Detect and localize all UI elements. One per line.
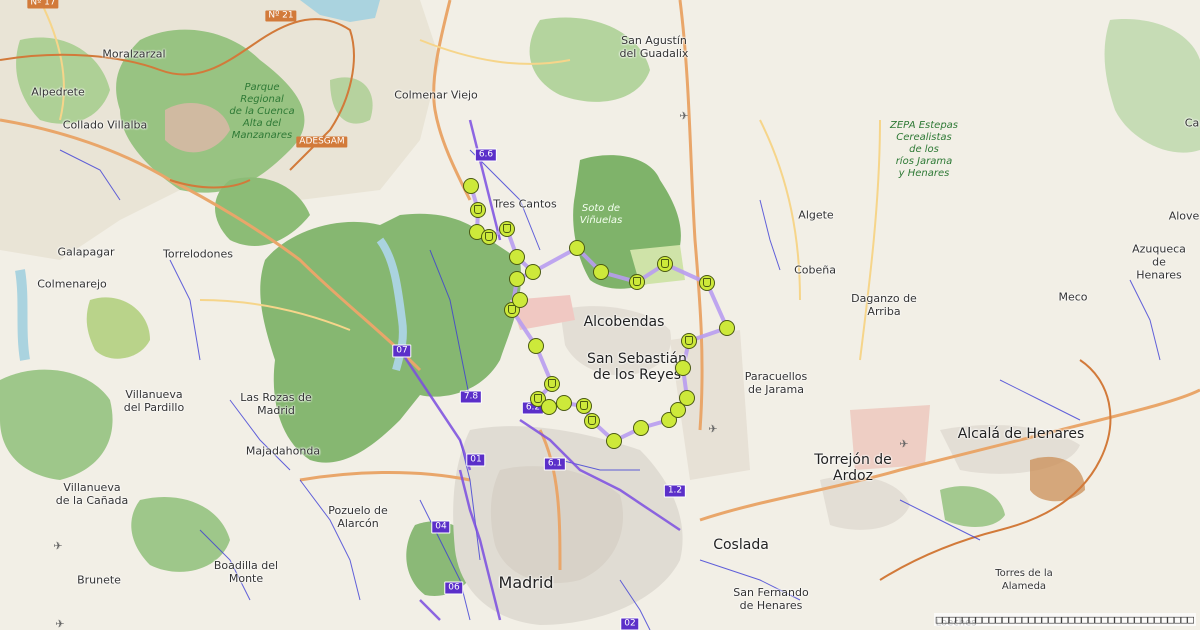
park-label-cuenca-manzanares: Parque Regional de la Cuenca Alta del Ma… <box>229 82 295 141</box>
airport-icon: ✈ <box>53 539 63 553</box>
cycle-shield-06: 06 <box>444 581 464 595</box>
place-label-boadilla: Boadilla del Monte <box>213 559 279 585</box>
place-label-pozuelo: Pozuelo de Alarcón <box>328 504 388 530</box>
place-label-colmenarejo: Colmenarejo <box>37 277 107 291</box>
route-marker[interactable] <box>584 413 600 429</box>
place-label-torres-alameda: Torres de la Alameda <box>995 568 1053 592</box>
route-marker[interactable] <box>719 320 735 336</box>
place-label-alcobendas: Alcobendas <box>583 314 665 330</box>
cycle-shield-04: 04 <box>431 520 451 534</box>
airport-icon: ✈ <box>899 437 909 451</box>
place-label-ca: Ca <box>1184 116 1200 130</box>
route-marker[interactable] <box>569 240 585 256</box>
place-label-madrid: Madrid <box>498 573 554 592</box>
route-marker[interactable] <box>481 229 497 245</box>
route-marker[interactable] <box>499 221 515 237</box>
cycle-shield-6-1: 6.1 <box>543 457 567 471</box>
park-label-zepa: ZEPA Estepas Cerealistas de los ríos Jar… <box>889 120 959 179</box>
route-marker[interactable] <box>576 398 592 414</box>
place-label-cobena: Cobeña <box>794 263 836 277</box>
place-label-alovera: Alove <box>1168 209 1200 223</box>
map-attribution[interactable]: □□□□□□□□□□□□□□□□□□□□□□□□□□□□□□□□□□□□□□□ <box>933 613 1196 626</box>
route-marker[interactable] <box>544 376 560 392</box>
place-label-daganzo: Daganzo de Arriba <box>851 292 917 318</box>
route-marker[interactable] <box>463 178 479 194</box>
place-label-tres-cantos: Tres Cantos <box>493 197 557 211</box>
cycle-shield-01: 01 <box>466 453 486 467</box>
route-marker[interactable] <box>512 292 528 308</box>
route-marker[interactable] <box>593 264 609 280</box>
place-label-colmenar-viejo: Colmenar Viejo <box>394 88 478 102</box>
route-marker[interactable] <box>675 360 691 376</box>
route-shield-adesgam: ADESGAM <box>296 136 348 148</box>
route-marker[interactable] <box>541 399 557 415</box>
route-marker[interactable] <box>509 271 525 287</box>
route-marker[interactable] <box>509 249 525 265</box>
place-label-algete: Algete <box>798 208 834 222</box>
airport-icon: ✈ <box>55 617 65 630</box>
place-label-azuqueca: Azuqueca de Henares <box>1132 242 1186 282</box>
cycle-shield-1-2: 1.2 <box>663 484 687 498</box>
route-marker[interactable] <box>633 420 649 436</box>
place-label-villanueva-canada: Villanueva de la Cañada <box>55 481 129 507</box>
place-label-alpedrete: Alpedrete <box>31 85 85 99</box>
route-marker[interactable] <box>470 202 486 218</box>
route-shield-n17: Nº 17 <box>27 0 59 9</box>
place-label-brunete: Brunete <box>77 573 121 587</box>
place-label-collado-villalba: Collado Villalba <box>62 118 148 132</box>
airport-icon: ✈ <box>708 422 718 436</box>
place-label-alcala: Alcalá de Henares <box>957 426 1085 442</box>
place-label-las-rozas: Las Rozas de Madrid <box>240 391 312 417</box>
route-marker[interactable] <box>528 338 544 354</box>
place-label-meco: Meco <box>1058 290 1088 304</box>
route-marker[interactable] <box>629 274 645 290</box>
route-marker[interactable] <box>699 275 715 291</box>
route-marker[interactable] <box>525 264 541 280</box>
route-marker[interactable] <box>606 433 622 449</box>
route-shield-n21: Nº 21 <box>265 10 297 22</box>
cycle-shield-07: 07 <box>392 344 412 358</box>
place-label-moralzarzal: Moralzarzal <box>102 47 166 61</box>
route-marker[interactable] <box>679 390 695 406</box>
place-label-villanueva-pardillo: Villanueva del Pardillo <box>123 388 185 414</box>
cycle-shield-7-8: 7.8 <box>459 390 483 404</box>
place-label-torrejon: Torrejón de Ardoz <box>814 452 892 484</box>
place-label-paracuellos: Paracuellos de Jarama <box>744 370 808 396</box>
map-canvas[interactable]: Moralzarzal San Agustín del Guadalix Alp… <box>0 0 1200 630</box>
place-label-torrelodones: Torrelodones <box>163 247 233 261</box>
route-marker[interactable] <box>556 395 572 411</box>
park-label-soto-vinuelas: Soto de Viñuelas <box>579 203 623 226</box>
place-label-galapagar: Galapagar <box>57 245 115 259</box>
place-label-majadahonda: Majadahonda <box>245 444 321 458</box>
place-label-sanse: San Sebastián de los Reyes <box>587 351 687 383</box>
place-label-san-fernando: San Fernando de Henares <box>733 586 809 612</box>
route-marker[interactable] <box>657 256 673 272</box>
place-label-san-agustin: San Agustín del Guadalix <box>619 34 689 60</box>
cycle-shield-02: 02 <box>620 617 640 630</box>
place-label-coslada: Coslada <box>713 537 769 553</box>
airport-icon: ✈ <box>679 109 689 123</box>
cycle-shield-6-6: 6.6 <box>474 148 498 162</box>
route-marker[interactable] <box>681 333 697 349</box>
